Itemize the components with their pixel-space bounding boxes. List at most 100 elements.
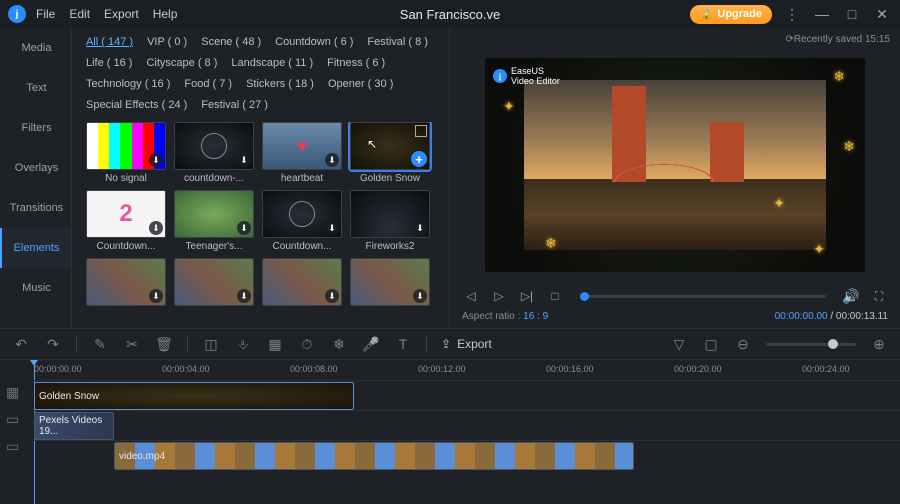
redo-button[interactable]: ↷	[44, 335, 62, 353]
preview-stage[interactable]: j EaseUSVideo Editor ❄ ✦ ❄ ✦ ❄ ✦	[485, 58, 865, 272]
track-video-2[interactable]: video.mp4	[34, 440, 900, 470]
overlay-track-icon[interactable]: ▦	[6, 384, 19, 401]
thumb-Teenager's...[interactable]: ⬇Teenager's...	[174, 190, 254, 252]
download-icon[interactable]: ⬇	[237, 221, 251, 235]
time-ruler[interactable]: 00:00:00.0000:00:04.0000:00:08.0000:00:1…	[34, 360, 900, 380]
close-button[interactable]: ✕	[872, 4, 892, 24]
add-button[interactable]: +	[411, 151, 427, 167]
track-video-1[interactable]: Pexels Videos 19...	[34, 410, 900, 440]
rail-music[interactable]: Music	[0, 268, 71, 308]
thumb-image[interactable]: ⬇	[262, 190, 342, 238]
menu-edit[interactable]: Edit	[69, 7, 90, 21]
thumb-image[interactable]: ⬇	[350, 258, 430, 306]
download-icon[interactable]: ⬇	[149, 153, 163, 167]
category-special-effects[interactable]: Special Effects ( 24 )	[86, 97, 187, 114]
rail-transitions[interactable]: Transitions	[0, 188, 71, 228]
category-all[interactable]: All ( 147 )	[86, 34, 133, 51]
category-countdown[interactable]: Countdown ( 6 )	[275, 34, 353, 51]
clip-video-mp4[interactable]: video.mp4	[114, 442, 634, 470]
next-frame-button[interactable]: ▷|	[518, 287, 536, 305]
category-festival[interactable]: Festival ( 27 )	[201, 97, 268, 114]
lock-track-icon[interactable]: ▭	[6, 438, 19, 455]
thumb-image[interactable]: ⬇	[262, 258, 342, 306]
category-scene[interactable]: Scene ( 48 )	[201, 34, 261, 51]
split-icon[interactable]: ⎀	[234, 335, 252, 353]
clip-golden-snow[interactable]: Golden Snow	[34, 382, 354, 410]
play-button[interactable]: ▷	[490, 287, 508, 305]
zoom-in-button[interactable]: ⊕	[870, 335, 888, 353]
category-fitness[interactable]: Fitness ( 6 )	[327, 55, 385, 72]
zoom-out-button[interactable]: ⊖	[734, 335, 752, 353]
category-opener[interactable]: Opener ( 30 )	[328, 76, 393, 93]
thumb-image[interactable]: ↖+	[350, 122, 430, 170]
category-cityscape[interactable]: Cityscape ( 8 )	[146, 55, 217, 72]
speed-icon[interactable]: ⏱	[298, 335, 316, 353]
snap-icon[interactable]: ▢	[702, 335, 720, 353]
video-track-icon[interactable]: ▭	[6, 411, 19, 428]
settings-icon[interactable]: ⋮	[782, 4, 802, 24]
rail-filters[interactable]: Filters	[0, 108, 71, 148]
category-vip[interactable]: VIP ( 0 )	[147, 34, 187, 51]
menu-file[interactable]: File	[36, 7, 55, 21]
marker-icon[interactable]: ▽	[670, 335, 688, 353]
clip-pexels[interactable]: Pexels Videos 19...	[34, 412, 114, 440]
download-icon[interactable]: ⬇	[149, 221, 163, 235]
track-overlay[interactable]: Golden Snow	[34, 380, 900, 410]
thumb-misc3[interactable]: ⬇	[262, 258, 342, 309]
category-life[interactable]: Life ( 16 )	[86, 55, 132, 72]
thumb-Countdown...[interactable]: ⬇Countdown...	[262, 190, 342, 252]
thumb-image[interactable]: ♥⬇	[262, 122, 342, 170]
thumb-countdown-...[interactable]: ⬇countdown-...	[174, 122, 254, 184]
thumb-Golden Snow[interactable]: ↖+Golden Snow	[350, 122, 430, 184]
rail-media[interactable]: Media	[0, 28, 71, 68]
thumb-image[interactable]: ⬇	[86, 122, 166, 170]
category-food[interactable]: Food ( 7 )	[184, 76, 232, 93]
download-icon[interactable]: ⬇	[413, 289, 427, 303]
undo-button[interactable]: ↶	[12, 335, 30, 353]
zoom-slider[interactable]	[766, 343, 856, 346]
download-icon[interactable]: ⬇	[325, 153, 339, 167]
rail-elements[interactable]: Elements	[0, 228, 71, 268]
thumb-image[interactable]: 2⬇	[86, 190, 166, 238]
download-icon[interactable]: ⬇	[149, 289, 163, 303]
menu-help[interactable]: Help	[153, 7, 178, 21]
delete-icon[interactable]: 🗑	[155, 335, 173, 353]
edit-icon[interactable]: ✎	[91, 335, 109, 353]
volume-icon[interactable]: 🔊	[842, 287, 860, 305]
thumb-misc1[interactable]: ⬇	[86, 258, 166, 309]
mosaic-icon[interactable]: ▦	[266, 335, 284, 353]
download-icon[interactable]: ⬇	[237, 153, 251, 167]
thumb-image[interactable]: ⬇	[350, 190, 430, 238]
thumb-image[interactable]: ⬇	[174, 258, 254, 306]
freeze-icon[interactable]: ❄	[330, 335, 348, 353]
voice-icon[interactable]: 🎤	[362, 335, 380, 353]
rail-text[interactable]: Text	[0, 68, 71, 108]
aspect-ratio[interactable]: Aspect ratio : 16 : 9	[462, 311, 548, 322]
menu-export[interactable]: Export	[104, 7, 139, 21]
download-icon[interactable]: ⬇	[325, 221, 339, 235]
download-icon[interactable]: ⬇	[325, 289, 339, 303]
thumb-image[interactable]: ⬇	[86, 258, 166, 306]
thumb-misc4[interactable]: ⬇	[350, 258, 430, 309]
thumb-misc2[interactable]: ⬇	[174, 258, 254, 309]
category-landscape[interactable]: Landscape ( 11 )	[231, 55, 313, 72]
thumb-Fireworks2[interactable]: ⬇Fireworks2	[350, 190, 430, 252]
stop-button[interactable]: □	[546, 287, 564, 305]
download-icon[interactable]: ⬇	[413, 221, 427, 235]
prev-frame-button[interactable]: ◁	[462, 287, 480, 305]
scrub-bar[interactable]	[580, 295, 826, 298]
thumb-Countdown...[interactable]: 2⬇Countdown...	[86, 190, 166, 252]
crop-icon[interactable]: ◫	[202, 335, 220, 353]
thumb-image[interactable]: ⬇	[174, 190, 254, 238]
thumb-No signal[interactable]: ⬇No signal	[86, 122, 166, 184]
rail-overlays[interactable]: Overlays	[0, 148, 71, 188]
category-stickers[interactable]: Stickers ( 18 )	[246, 76, 314, 93]
export-button[interactable]: ⇪Export	[441, 337, 492, 351]
fullscreen-icon[interactable]: ⛶	[870, 287, 888, 305]
download-icon[interactable]: ⬇	[237, 289, 251, 303]
maximize-button[interactable]: □	[842, 4, 862, 24]
category-festival[interactable]: Festival ( 8 )	[367, 34, 428, 51]
text-icon[interactable]: T	[394, 335, 412, 353]
cut-icon[interactable]: ✂	[123, 335, 141, 353]
minimize-button[interactable]: —	[812, 4, 832, 24]
